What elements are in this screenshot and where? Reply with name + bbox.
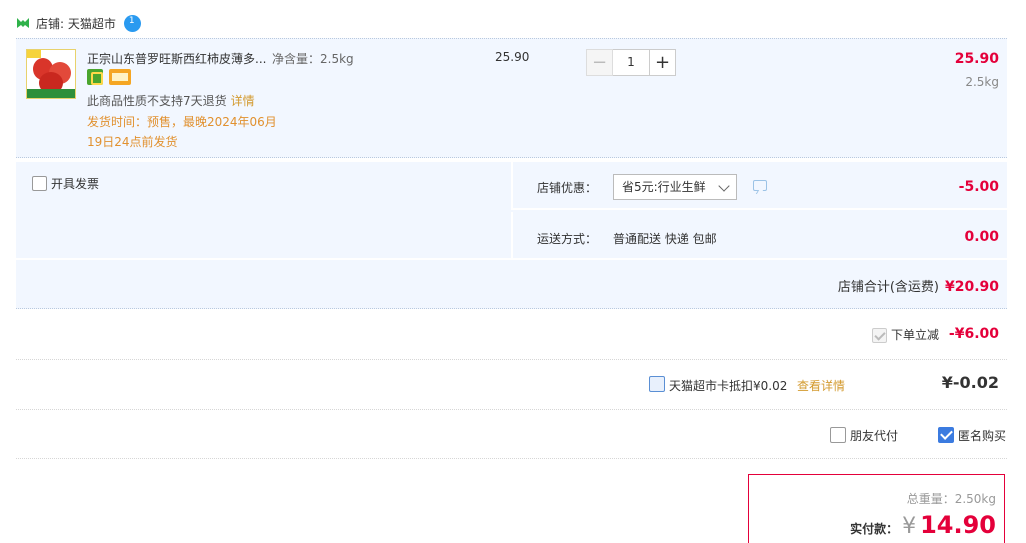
instant-discount-label: 下单立减: [890, 328, 939, 342]
shop-total-row: 店铺合计(含运费) ¥20.90: [16, 258, 1007, 309]
chevron-down-icon: [718, 180, 730, 192]
unit-price: 25.90: [495, 50, 530, 64]
product-badges: [87, 69, 131, 85]
order-options: 开具发票 店铺优惠： 省5元:行业生鲜 -5.00 运送方式： 普通配送 快递 …: [16, 162, 1007, 309]
amount-due-value: 14.90: [920, 511, 996, 539]
return-policy-notice: 此商品性质不支持7天退货 详情: [87, 92, 255, 109]
quantity-stepper: − 1 +: [586, 49, 676, 76]
market-card-amount: ¥-0.02: [941, 373, 999, 392]
return-policy-detail-link[interactable]: 详情: [231, 94, 255, 108]
invoice-checkbox[interactable]: [32, 176, 47, 191]
order-item: 正宗山东普罗旺斯西红柿皮薄多... 净含量：2.5kg 此商品性质不支持7天退货…: [16, 38, 1007, 158]
shipping-amount: 0.00: [964, 229, 999, 245]
anonymous-buy-label: 匿名购买: [958, 429, 1007, 443]
quantity-increase-button[interactable]: +: [649, 49, 676, 76]
product-title[interactable]: 正宗山东普罗旺斯西红柿皮薄多...: [87, 50, 266, 67]
shipping-row: 运送方式： 普通配送 快递 包邮 0.00: [511, 212, 1007, 258]
market-card-row: 天猫超市卡抵扣¥0.02 查看详情 ¥-0.02: [16, 360, 1007, 410]
shop-options: 店铺优惠： 省5元:行业生鲜 -5.00 运送方式： 普通配送 快递 包邮 0.…: [511, 162, 1007, 258]
shop-promo-amount: -5.00: [958, 179, 999, 195]
total-weight: 总重量：2.50kg: [906, 492, 996, 506]
amount-due: 实付款： ¥ 14.90: [850, 511, 996, 539]
wangwang-chat-icon[interactable]: [123, 14, 141, 32]
amount-due-label: 实付款：: [850, 522, 899, 536]
shop-promo-value: 省5元:行业生鲜: [622, 180, 706, 194]
ship-time-notice: 发货时间：预售，最晚2024年06月19日24点前发货: [87, 115, 277, 149]
friend-pay-checkbox[interactable]: [830, 427, 846, 443]
instant-discount-checkbox: [872, 328, 887, 343]
shop-promo-row: 店铺优惠： 省5元:行业生鲜 -5.00: [511, 162, 1007, 210]
invoice-option[interactable]: 开具发票: [32, 175, 99, 192]
comment-icon[interactable]: [753, 180, 767, 191]
service-badge-icon[interactable]: [87, 69, 103, 85]
market-card-detail-link[interactable]: 查看详情: [797, 377, 845, 394]
currency-symbol: ¥: [902, 514, 917, 539]
shop-header: 店铺: 天猫超市: [16, 13, 141, 33]
quantity-input[interactable]: 1: [613, 49, 649, 76]
shop-promo-label: 店铺优惠：: [537, 181, 598, 195]
instant-discount-amount: -¥6.00: [948, 326, 999, 342]
shop-name[interactable]: 店铺: 天猫超市: [36, 15, 116, 32]
invoice-label: 开具发票: [51, 177, 100, 191]
instant-discount-row: 下单立减 -¥6.00: [16, 310, 1007, 360]
shop-total-amount: ¥20.90: [944, 279, 999, 295]
item-weight: 2.5kg: [965, 75, 999, 89]
market-card-checkbox[interactable]: [649, 376, 665, 392]
order-summary: 总重量：2.50kg 实付款： ¥ 14.90: [748, 474, 1005, 543]
friend-pay-label: 朋友代付: [850, 429, 899, 443]
shipping-label: 运送方式：: [537, 232, 598, 246]
coupon-badge-icon[interactable]: [109, 69, 131, 85]
product-spec: 净含量：2.5kg: [272, 52, 354, 66]
return-policy-text: 此商品性质不支持7天退货: [87, 94, 227, 108]
tmall-cat-icon: [16, 17, 30, 29]
shipping-method: 普通配送 快递 包邮: [613, 232, 717, 246]
shop-total-label: 店铺合计(含运费): [837, 280, 939, 295]
quantity-decrease-button[interactable]: −: [586, 49, 613, 76]
product-thumbnail[interactable]: [26, 49, 76, 99]
payment-options-row: 朋友代付 匿名购买: [16, 410, 1007, 459]
shop-total: 店铺合计(含运费) ¥20.90: [838, 276, 999, 295]
anonymous-buy-checkbox[interactable]: [938, 427, 954, 443]
market-card-label: 天猫超市卡抵扣¥0.02: [669, 379, 788, 393]
shop-promo-select[interactable]: 省5元:行业生鲜: [613, 174, 737, 200]
item-subtotal: 25.90: [954, 51, 999, 67]
